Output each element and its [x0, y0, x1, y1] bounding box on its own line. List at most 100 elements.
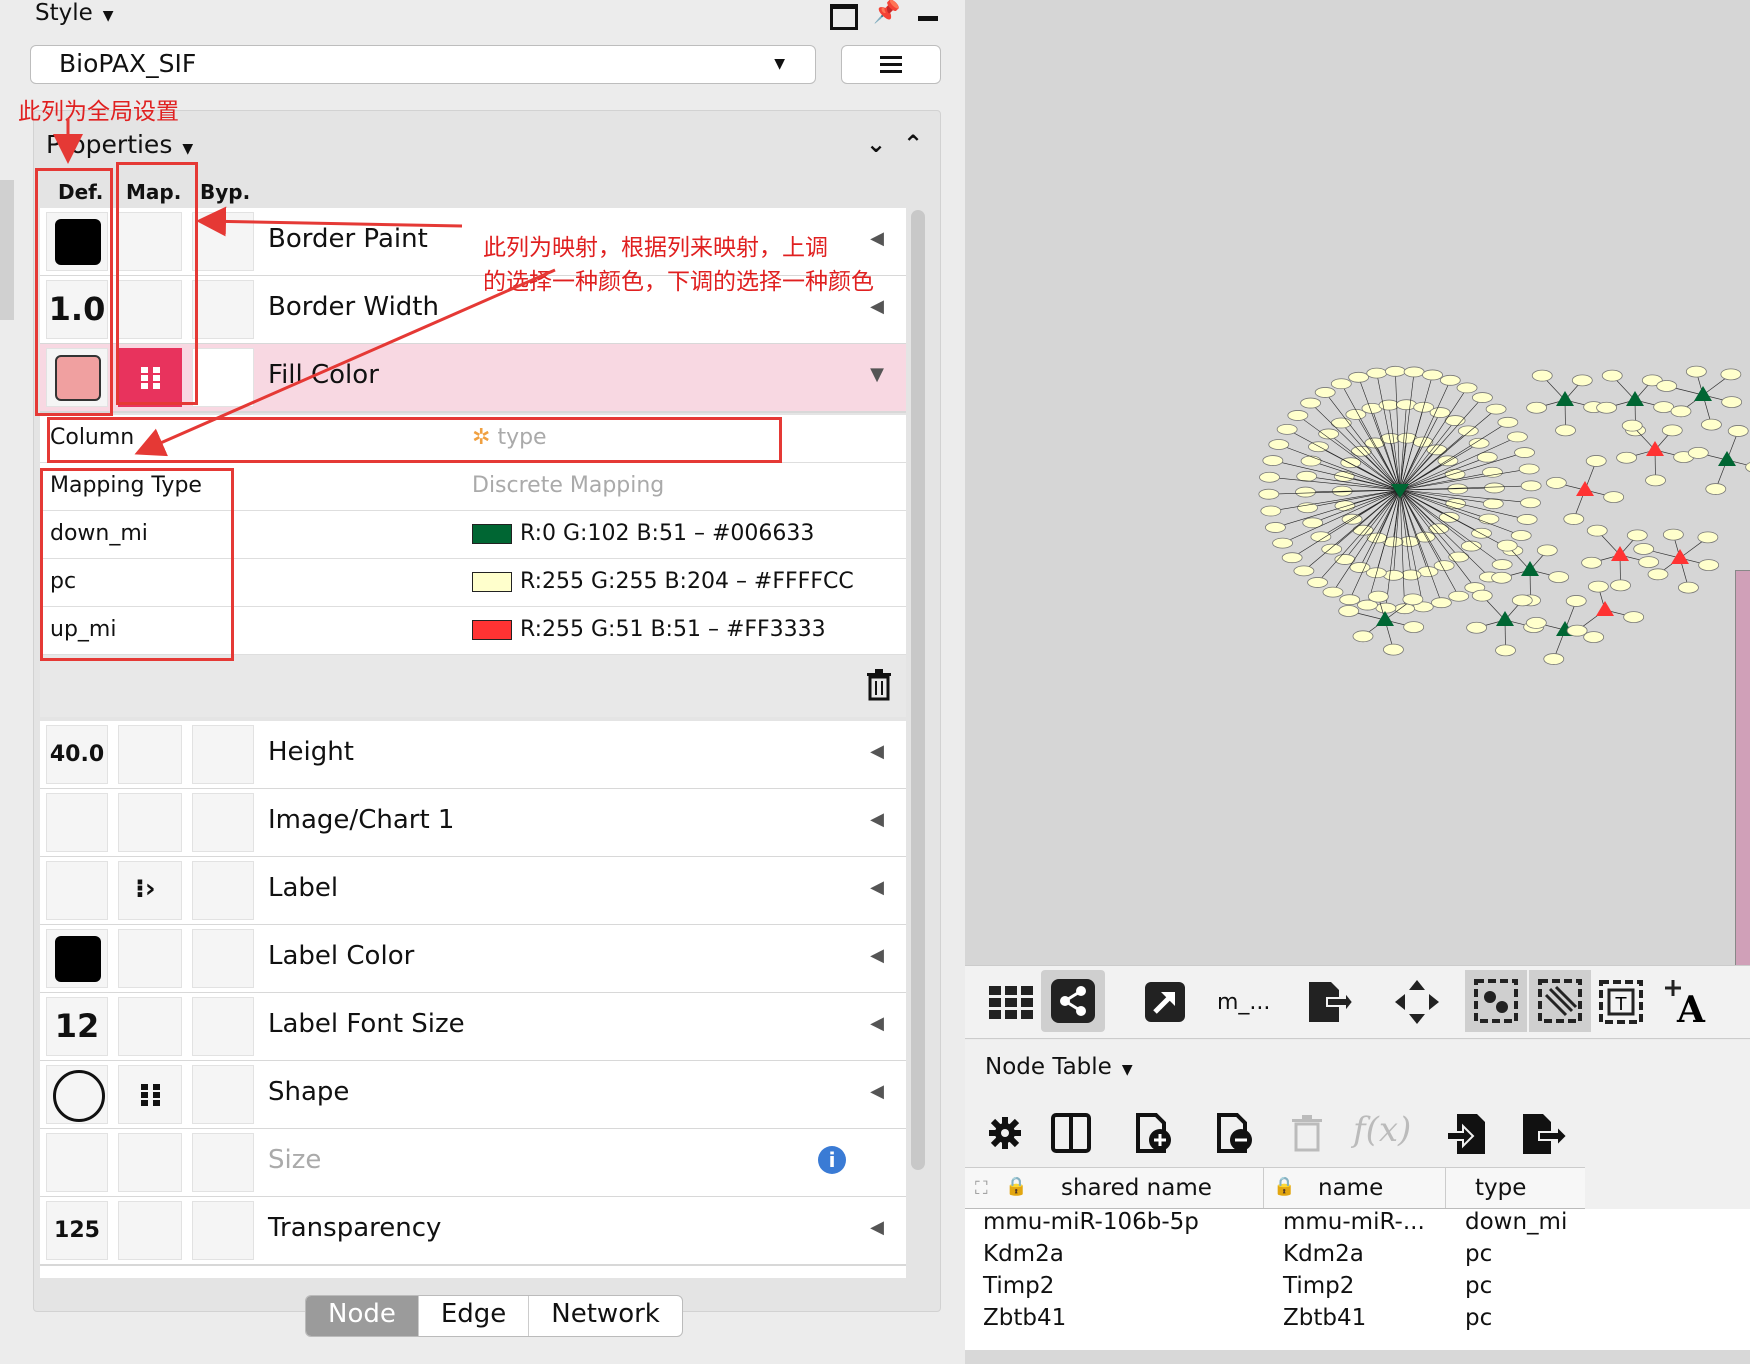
chevron-left-icon[interactable]: ◀ — [870, 296, 884, 317]
mapping-value[interactable]: R:255 G:51 B:51 – #FF3333 — [472, 617, 826, 642]
node-pc[interactable] — [1268, 439, 1290, 450]
mapping-value[interactable]: R:255 G:255 B:204 – #FFFFCC — [472, 569, 854, 594]
node-pc[interactable] — [1321, 543, 1343, 555]
node-pc[interactable] — [1566, 624, 1588, 637]
node-pc[interactable] — [1367, 590, 1389, 603]
node-pc[interactable] — [1259, 471, 1280, 483]
bypass-cell[interactable] — [192, 280, 254, 339]
network-canvas[interactable] — [965, 0, 1750, 967]
node-pc[interactable] — [1506, 431, 1528, 443]
property-row-shape[interactable]: Shape ◀ — [40, 1061, 906, 1130]
node-pc[interactable] — [1647, 568, 1669, 581]
node-pc[interactable] — [1330, 417, 1352, 429]
mapping-cell[interactable] — [118, 997, 182, 1056]
node-pc[interactable] — [1536, 544, 1558, 557]
node-pc[interactable] — [1378, 399, 1400, 411]
select-annotations-icon[interactable]: T — [1597, 978, 1645, 1026]
node-pc[interactable] — [1318, 428, 1340, 440]
mapping-type-value[interactable]: Discrete Mapping — [472, 473, 664, 498]
node-pc[interactable] — [1697, 531, 1719, 544]
node-pc[interactable] — [1698, 559, 1720, 571]
property-row-label-color[interactable]: Label Color ◀ — [40, 925, 906, 994]
style-selector[interactable]: BioPAX_SIF ▼ — [30, 45, 816, 84]
gear-icon[interactable] — [987, 1115, 1023, 1151]
network-name[interactable]: m_... — [1217, 990, 1270, 1015]
node-pc[interactable] — [1330, 378, 1352, 390]
node-pc[interactable] — [1281, 552, 1303, 564]
bypass-cell[interactable] — [192, 725, 254, 784]
node-pc[interactable] — [1485, 403, 1507, 415]
column-layout-icon[interactable] — [1050, 1112, 1092, 1154]
share-button[interactable] — [1041, 970, 1105, 1032]
node-pc[interactable] — [1623, 611, 1645, 623]
select-edges-button[interactable] — [1529, 970, 1591, 1032]
node-pc[interactable] — [1262, 455, 1284, 466]
node-pc[interactable] — [1661, 424, 1683, 437]
bypass-cell[interactable] — [192, 793, 254, 852]
horizontal-scrollbar[interactable] — [965, 1350, 1750, 1364]
property-row-label-font-size[interactable]: 12 Label Font Size ◀ — [40, 993, 906, 1062]
mapping-cell[interactable] — [118, 725, 182, 784]
node-pc[interactable] — [1468, 437, 1490, 449]
node-pc[interactable] — [1587, 580, 1609, 593]
node-pc[interactable] — [1497, 416, 1519, 428]
tab-node[interactable]: Node — [306, 1296, 419, 1336]
node-pc[interactable] — [1339, 594, 1361, 606]
node-pc[interactable] — [1727, 425, 1749, 437]
node-pc[interactable] — [1439, 374, 1461, 386]
node-up-mi[interactable] — [1596, 601, 1614, 616]
node-pc[interactable] — [1466, 621, 1488, 634]
chevron-left-icon[interactable]: ◀ — [870, 1217, 884, 1238]
tab-edge[interactable]: Edge — [419, 1296, 530, 1336]
bypass-cell[interactable] — [192, 212, 254, 271]
collapse-all-icon[interactable]: ⌃ — [903, 130, 923, 158]
maximize-icon[interactable] — [830, 4, 858, 30]
column-header-type[interactable]: type — [1475, 1175, 1526, 1201]
node-pc[interactable] — [1333, 470, 1355, 482]
node-pc[interactable] — [1456, 382, 1478, 394]
property-row-image-chart[interactable]: Image/Chart 1 ◀ — [40, 789, 906, 858]
node-pc[interactable] — [1297, 502, 1318, 514]
default-value-cell[interactable]: 12 — [46, 997, 108, 1056]
node-pc[interactable] — [1314, 387, 1336, 398]
node-pc[interactable] — [1375, 602, 1397, 614]
node-pc[interactable] — [1701, 418, 1722, 431]
chevron-left-icon[interactable]: ◀ — [870, 228, 884, 249]
node-pc[interactable] — [1448, 590, 1470, 602]
default-value-cell[interactable]: 125 — [46, 1201, 108, 1260]
node-pc[interactable] — [1444, 468, 1466, 480]
node-pc[interactable] — [1428, 523, 1450, 535]
scrollbar-thumb[interactable] — [911, 210, 925, 1170]
node-pc[interactable] — [1585, 455, 1607, 467]
mapping-cell[interactable] — [118, 1201, 182, 1260]
node-pc[interactable] — [1518, 463, 1540, 475]
node-pc[interactable] — [1287, 410, 1309, 421]
node-pc[interactable] — [1705, 483, 1727, 495]
node-pc[interactable] — [1307, 577, 1328, 588]
mapping-cell[interactable] — [118, 929, 182, 988]
node-pc[interactable] — [1482, 498, 1504, 510]
node-pc[interactable] — [1448, 551, 1470, 563]
bypass-cell[interactable] — [192, 861, 254, 920]
mapping-cell[interactable] — [118, 1065, 182, 1124]
tab-network[interactable]: Network — [529, 1296, 682, 1336]
node-pc[interactable] — [1610, 579, 1631, 592]
properties-dropdown[interactable]: Properties ▼ — [46, 130, 193, 159]
node-pc[interactable] — [1545, 477, 1567, 489]
node-pc[interactable] — [1384, 365, 1406, 377]
expand-all-icon[interactable]: ⌄ — [866, 130, 886, 158]
style-menu-button[interactable] — [841, 45, 941, 84]
node-pc[interactable] — [1403, 366, 1425, 378]
table-row[interactable]: Kdm2a Kdm2a pc — [965, 1241, 1750, 1273]
chevron-left-icon[interactable]: ◀ — [870, 945, 884, 966]
label-mode-icon[interactable]: A — [1663, 978, 1711, 1026]
node-pc[interactable] — [1516, 514, 1538, 525]
node-pc[interactable] — [1429, 407, 1451, 418]
node-pc[interactable] — [1310, 531, 1332, 543]
trash-icon[interactable] — [866, 669, 892, 701]
node-pc[interactable] — [1601, 369, 1623, 382]
property-row-size[interactable]: Size i — [40, 1129, 906, 1198]
default-value-cell[interactable] — [46, 861, 108, 920]
chevron-left-icon[interactable]: ◀ — [870, 809, 884, 830]
minimize-icon[interactable] — [918, 16, 938, 21]
